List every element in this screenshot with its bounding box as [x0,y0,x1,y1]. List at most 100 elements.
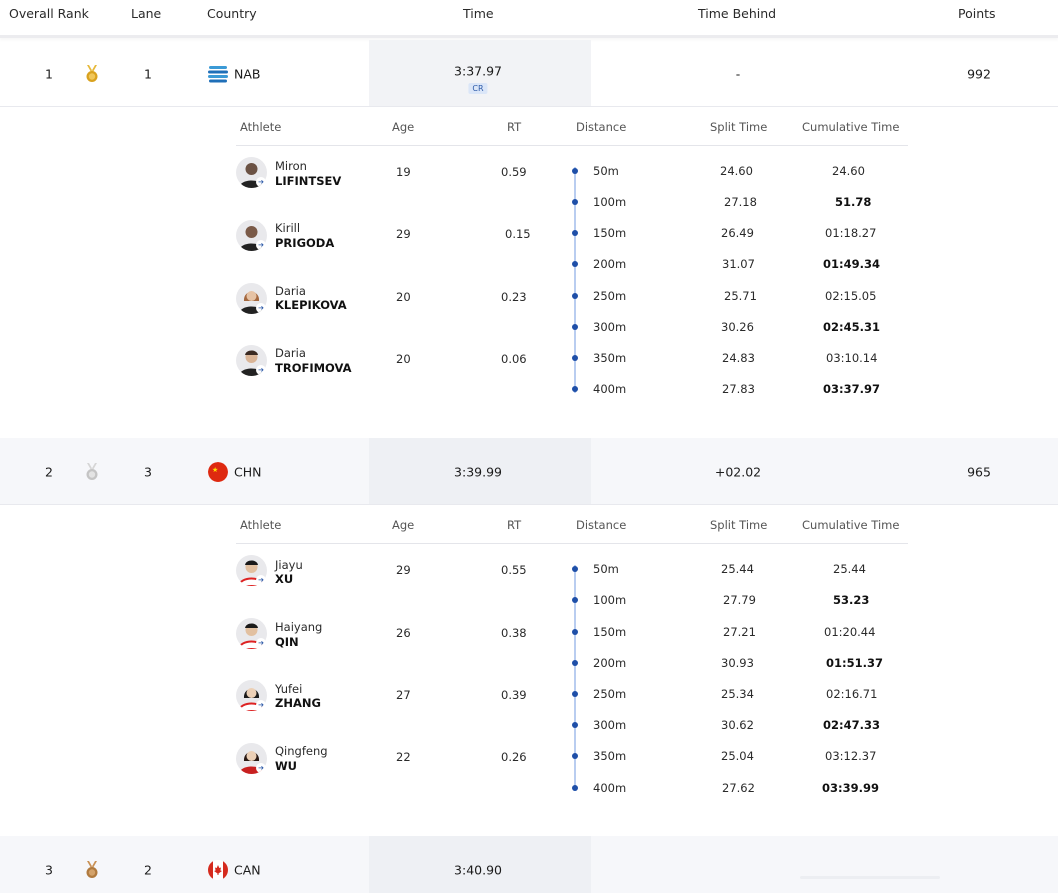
athlete-avatar[interactable]: ➔ [236,220,267,251]
split-marker [572,629,578,635]
team-row-nab[interactable]: 1 1 NAB 3:37.97 CR - 992 [0,40,1058,107]
detail-header-cumulative-time: Cumulative Time [802,120,900,134]
split-distance: 300m [593,320,627,334]
split-time: 24.60 [720,164,753,178]
cumulative-time: 01:49.34 [823,257,880,271]
split-distance: 150m [593,625,627,639]
split-time: 25.04 [721,749,754,763]
athlete-avatar[interactable]: ➔ [236,743,267,774]
detail-header-divider [236,145,908,146]
cumulative-time: 01:20.44 [824,625,876,639]
athlete-age: 22 [396,750,411,764]
athlete-last-name[interactable]: KLEPIKOVA [275,298,347,312]
cumulative-time: 03:39.99 [822,781,879,795]
detail-header-divider [236,543,908,544]
cumulative-time: 51.78 [835,195,872,209]
athlete-last-name[interactable]: WU [275,759,297,773]
team-time: 3:37.97 [454,63,502,79]
detail-header-age: Age [392,518,415,532]
athlete-avatar[interactable]: ➔ [236,618,267,649]
detail-header-athlete: Athlete [240,518,282,532]
team-row-chn[interactable]: 2 3 ★ CHN 3:39.99 +02.02 965 [0,438,1058,505]
athlete-avatar[interactable]: ➔ [236,345,267,376]
lane: 2 [144,862,152,878]
split-marker [572,753,578,759]
athlete-last-name[interactable]: PRIGODA [275,236,334,250]
athlete-rt: 0.59 [501,165,527,179]
team-time: 3:39.99 [454,464,502,479]
split-marker [572,324,578,330]
header-time[interactable]: Time [463,6,494,21]
country-code: CAN [234,862,261,878]
cumulative-time: 03:12.37 [825,749,877,763]
athlete-first-name: Miron [275,159,307,173]
loading-placeholder [800,876,940,879]
header-overall-rank[interactable]: Overall Rank [9,6,89,21]
profile-link-icon[interactable]: ➔ [256,763,266,773]
athlete-first-name: Haiyang [275,620,323,634]
profile-link-icon[interactable]: ➔ [256,638,266,648]
split-distance: 100m [593,593,627,607]
athlete-last-name[interactable]: ZHANG [275,696,321,710]
split-time: 25.71 [724,289,757,303]
rank: 1 [45,66,53,81]
split-time: 31.07 [722,257,755,271]
athlete-age: 19 [396,165,411,179]
athlete-first-name: Qingfeng [275,744,328,758]
header-points[interactable]: Points [958,6,996,21]
athlete-last-name[interactable]: TROFIMOVA [275,361,352,375]
athlete-age: 20 [396,352,411,366]
split-time: 30.26 [721,320,754,334]
athlete-first-name: Daria [275,346,306,360]
athlete-last-name[interactable]: XU [275,572,293,586]
split-marker [572,293,578,299]
time-behind: +02.02 [714,464,762,479]
header-time-behind[interactable]: Time Behind [698,6,776,21]
cumulative-time: 25.44 [833,562,866,576]
athlete-last-name[interactable]: LIFINTSEV [275,174,341,188]
profile-link-icon[interactable]: ➔ [256,575,266,585]
split-marker [572,785,578,791]
detail-header-distance: Distance [576,518,627,532]
bronze-medal-icon [86,861,98,878]
header-country[interactable]: Country [207,6,257,21]
profile-link-icon[interactable]: ➔ [256,240,266,250]
split-distance: 50m [593,164,619,178]
team-row-can[interactable]: 3 2 CAN 3:40.90 [0,836,1058,893]
profile-link-icon[interactable]: ➔ [256,700,266,710]
split-marker [572,597,578,603]
detail-header-rt: RT [507,120,522,134]
results-table-header: Overall Rank Lane Country Time Time Behi… [0,0,1058,38]
athlete-rt: 0.23 [501,290,527,304]
rank: 2 [45,464,53,479]
split-distance: 400m [593,781,627,795]
split-time: 27.21 [723,625,756,639]
athlete-first-name: Yufei [275,682,303,696]
split-marker [572,386,578,392]
header-lane[interactable]: Lane [131,6,161,21]
split-distance: 350m [593,749,627,763]
profile-link-icon[interactable]: ➔ [256,365,266,375]
athlete-avatar[interactable]: ➔ [236,157,267,188]
team-detail-chn: Athlete Age RT Distance Split Time Cumul… [0,505,1058,835]
athlete-rt: 0.39 [501,688,527,702]
time-behind: - [735,66,741,81]
cumulative-time: 53.23 [833,593,870,607]
split-marker [572,230,578,236]
athlete-avatar[interactable]: ➔ [236,680,267,711]
cumulative-time: 02:47.33 [823,718,880,732]
profile-link-icon[interactable]: ➔ [256,303,266,313]
split-distance: 100m [593,195,627,209]
athlete-avatar[interactable]: ➔ [236,555,267,586]
athlete-last-name[interactable]: QIN [275,635,299,649]
athlete-avatar[interactable]: ➔ [236,283,267,314]
detail-header-rt: RT [507,518,522,532]
profile-link-icon[interactable]: ➔ [256,177,266,187]
cumulative-time: 02:16.71 [826,687,878,701]
athlete-rt: 0.15 [505,227,531,241]
detail-header-cumulative-time: Cumulative Time [802,518,900,532]
points: 992 [967,66,991,81]
split-marker [572,199,578,205]
split-distance: 150m [593,226,627,240]
cumulative-time: 01:51.37 [826,656,883,670]
